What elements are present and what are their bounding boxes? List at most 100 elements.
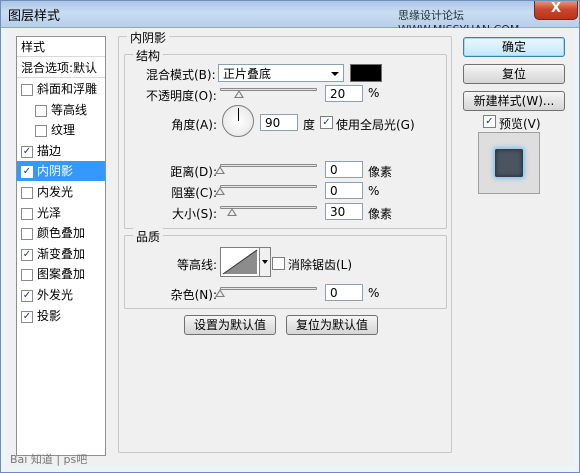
preview-checkbox[interactable]: ✓ [483,115,496,128]
style-item[interactable]: ✓ 描边 [17,141,105,161]
noise-label: 杂色(N): [170,288,217,302]
style-item[interactable]: ✓ 渐变叠加 [17,244,105,264]
blend-mode-value: 正片叠底 [223,67,272,81]
global-light-checkbox[interactable]: ✓ [320,116,333,129]
preview-shape [495,149,523,177]
noise-slider[interactable] [215,285,317,297]
close-button[interactable]: X [534,0,578,20]
distance-slider[interactable] [215,162,317,174]
style-item-label: 描边 [37,143,62,158]
style-item-checkbox[interactable] [21,228,33,241]
style-item-checkbox[interactable]: ✓ [21,248,33,261]
style-item[interactable]: 颜色叠加 [17,223,105,243]
styles-list: 样式 混合选项:默认 斜面和浮雕等高线纹理 ✓ 描边 ✓ 内阴影内发光光泽颜色叠加 ✓ 渐变… [16,36,106,456]
style-item[interactable]: ✓ 外发光 [17,285,105,305]
style-item-label: 纹理 [51,123,76,138]
anti-alias-label[interactable]: 消除锯齿(L) [288,256,352,273]
shadow-color-swatch[interactable] [350,64,382,82]
anti-alias-checkbox[interactable] [272,257,285,270]
quality-group: 品质 等高线: 消除锯齿(L) 杂色(N): 0 % [124,228,447,309]
size-label: 大小(S): [171,207,217,221]
styles-header[interactable]: 样式 [17,37,105,57]
reset-default-button[interactable]: 复位为默认值 [286,315,378,335]
global-light-label[interactable]: 使用全局光(G) [336,116,415,133]
blend-options-item[interactable]: 混合选项:默认 [17,58,105,78]
opacity-label: 不透明度(O): [146,89,217,103]
style-item-label: 颜色叠加 [37,226,86,241]
dialog-body: 样式 混合选项:默认 斜面和浮雕等高线纹理 ✓ 描边 ✓ 内阴影内发光光泽颜色叠加 ✓ 渐变… [6,28,574,466]
choke-slider[interactable] [215,183,317,195]
inner-shadow-title: 内阴影 [127,29,170,46]
style-item[interactable]: 斜面和浮雕 [17,79,105,99]
size-slider[interactable] [220,204,317,216]
choke-label: 阻塞(C): [171,186,217,200]
preview-label[interactable]: 预览(V) [499,115,541,132]
make-default-button[interactable]: 设置为默认值 [184,315,276,335]
style-item-checkbox[interactable] [21,207,33,220]
style-item-checkbox[interactable]: ✓ [21,310,33,323]
style-item-label: 内阴影 [37,164,74,179]
window-title: 图层样式 [8,9,61,24]
noise-slider-track [220,287,317,290]
style-item-checkbox[interactable] [21,84,33,96]
style-item[interactable]: ✓ 投影 [17,306,105,326]
style-item-checkbox[interactable]: ✓ [21,290,33,302]
style-item-checkbox[interactable]: ✓ [21,145,33,158]
style-item-label: 内发光 [37,185,74,199]
style-item-checkbox[interactable]: ✓ [21,166,33,179]
preview-thumbnail [478,132,540,194]
style-item-checkbox[interactable] [35,125,47,138]
new-style-button[interactable]: 新建样式(W)... [463,91,565,111]
opacity-slider-thumb[interactable] [234,90,245,98]
style-item-label: 投影 [37,308,62,323]
style-item-label: 斜面和浮雕 [37,82,98,96]
reset-button[interactable]: 复位 [463,64,565,84]
style-item-checkbox[interactable] [21,269,33,282]
chevron-down-icon [262,260,268,264]
distance-slider-thumb[interactable] [215,166,225,174]
size-input[interactable]: 30 [325,203,363,220]
choke-slider-thumb[interactable] [215,187,225,195]
structure-title: 结构 [133,47,164,64]
style-item-label: 外发光 [37,288,74,302]
title-bar: 图层样式 思缘设计论坛 WWW.MISSYUAN.COM X [0,0,580,36]
choke-slider-track [220,185,317,188]
contour-picker[interactable] [220,247,260,277]
distance-unit: 像素 [368,165,393,179]
contour-dropdown-button[interactable] [259,247,271,277]
choke-unit: % [368,184,380,198]
style-item[interactable]: ✓ 内阴影 [17,161,105,182]
style-item[interactable]: 等高线 [17,100,105,120]
style-item[interactable]: 光泽 [17,203,105,223]
chevron-down-icon [331,72,339,76]
size-slider-thumb[interactable] [226,208,237,216]
quality-title: 品质 [133,228,164,245]
distance-input[interactable]: 0 [325,161,363,178]
angle-input[interactable]: 90 [260,114,298,131]
angle-dial[interactable] [222,105,254,137]
angle-needle [238,108,239,121]
noise-slider-thumb[interactable] [215,289,225,297]
choke-input[interactable]: 0 [325,182,363,199]
style-item[interactable]: 纹理 [17,120,105,140]
contour-label: 等高线: [176,258,217,272]
noise-unit: % [368,286,380,300]
style-item[interactable]: 图案叠加 [17,264,105,284]
noise-input[interactable]: 0 [325,284,363,301]
size-unit: 像素 [368,207,393,221]
opacity-input[interactable]: 20 [325,85,363,102]
style-item-label: 图案叠加 [37,267,86,282]
style-item[interactable]: 内发光 [17,182,105,202]
distance-slider-track [220,164,317,167]
opacity-unit: % [368,86,380,100]
style-item-checkbox[interactable] [35,104,47,117]
style-item-checkbox[interactable] [21,187,33,199]
angle-label: 角度(A): [171,118,217,132]
contour-curve-icon [222,249,258,275]
inner-shadow-group: 内阴影 结构 混合模式(B): 正片叠底 不透明度(O): 20 % 角度(A)… [118,29,452,453]
ok-button[interactable]: 确定 [463,37,565,57]
style-item-label: 等高线 [51,102,88,117]
opacity-slider[interactable] [220,86,317,98]
blend-mode-select[interactable]: 正片叠底 [218,64,344,82]
watermark-bottom: Bai 知道 | ps吧 [10,453,88,466]
